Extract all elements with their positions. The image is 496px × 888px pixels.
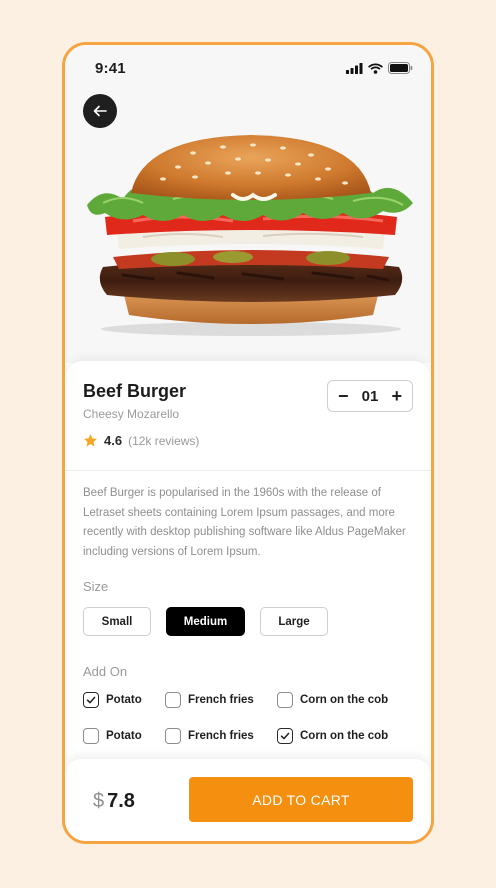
status-icons (346, 62, 413, 74)
star-icon (84, 434, 97, 447)
addon-label: Corn on the cob (300, 730, 389, 742)
check-icon (86, 696, 96, 704)
size-options: Small Medium Large (83, 607, 328, 636)
addon-label: Corn on the cob (300, 694, 389, 706)
divider (65, 470, 431, 471)
addon-corn-2[interactable]: Corn on the cob (277, 728, 388, 744)
price: $7.8 (93, 790, 135, 813)
checkout-bar: $7.8 ADD TO CART (65, 759, 431, 841)
review-count: (12k reviews) (128, 433, 200, 448)
quantity-value: 01 (361, 387, 379, 405)
addon-row: Potato French fries Corn on the cob (83, 692, 388, 708)
phone-frame: 9:41 Beef Burger Cheesy Mozarello 4.6 (1… (62, 42, 434, 844)
increment-button[interactable]: + (391, 387, 402, 405)
size-large-button[interactable]: Large (260, 607, 328, 636)
price-value: 7.8 (107, 790, 135, 812)
product-rating: 4.6 (12k reviews) (83, 433, 199, 448)
wifi-icon (368, 63, 383, 74)
currency-symbol: $ (93, 790, 105, 812)
checkbox-unchecked[interactable] (165, 692, 181, 708)
decrement-button[interactable]: − (338, 387, 349, 405)
arrow-left-icon (93, 105, 107, 117)
checkbox-unchecked[interactable] (83, 728, 99, 744)
rating-value: 4.6 (104, 433, 123, 448)
signal-icon (346, 62, 363, 74)
check-icon (280, 732, 290, 740)
burger-image (83, 133, 419, 338)
checkbox-unchecked[interactable] (277, 692, 293, 708)
addon-label: Potato (106, 730, 142, 742)
addon-french-fries-1[interactable]: French fries (165, 692, 277, 708)
size-label: Size (83, 579, 109, 594)
battery-icon (388, 62, 413, 74)
addon-label: French fries (188, 730, 254, 742)
product-title: Beef Burger (83, 381, 187, 401)
addon-label: Add On (83, 664, 128, 679)
addon-corn-1[interactable]: Corn on the cob (277, 692, 388, 708)
addon-french-fries-2[interactable]: French fries (165, 728, 277, 744)
product-description: Beef Burger is popularised in the 1960s … (83, 487, 406, 558)
product-variant: Cheesy Mozarello (83, 407, 180, 421)
addon-label: French fries (188, 694, 254, 706)
checkbox-checked[interactable] (83, 692, 99, 708)
addon-label: Potato (106, 694, 142, 706)
burger-illustration (87, 135, 413, 336)
addon-potato-1[interactable]: Potato (83, 692, 165, 708)
addon-row: Potato French fries Corn on the cob (83, 728, 388, 744)
checkbox-unchecked[interactable] (165, 728, 181, 744)
product-hero: 9:41 (65, 45, 431, 363)
size-small-button[interactable]: Small (83, 607, 151, 636)
size-medium-button[interactable]: Medium (166, 607, 245, 636)
checkbox-checked[interactable] (277, 728, 293, 744)
back-button[interactable] (83, 94, 117, 128)
status-time: 9:41 (95, 60, 126, 77)
addon-potato-2[interactable]: Potato (83, 728, 165, 744)
add-to-cart-button[interactable]: ADD TO CART (189, 777, 413, 822)
quantity-stepper: − 01 + (327, 380, 413, 412)
